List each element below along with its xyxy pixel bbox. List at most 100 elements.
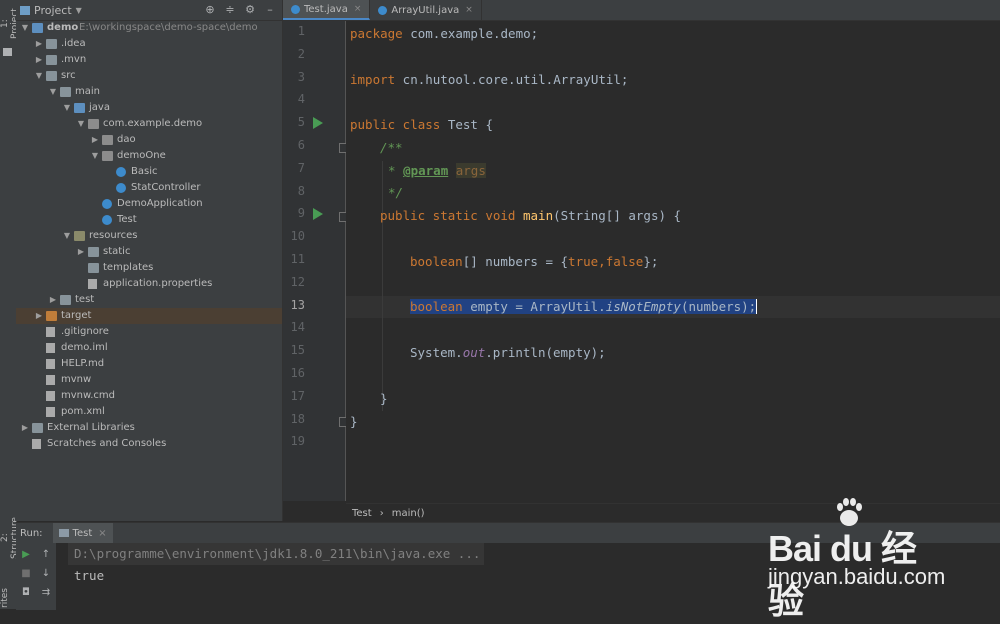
tree-item-demo-iml[interactable]: demo.iml [16, 340, 282, 356]
tree-item-label: resources [89, 230, 138, 241]
tree-item-label: src [61, 70, 76, 81]
collapse-arrow-icon[interactable]: ▶ [90, 132, 100, 148]
tree-item-resources[interactable]: ▼ resources [16, 228, 282, 244]
code-editor[interactable]: package com.example.demo; import cn.huto… [346, 21, 1000, 501]
line-number: 4 [297, 92, 305, 107]
expand-arrow-icon[interactable]: ▼ [20, 20, 30, 36]
collapse-arrow-icon[interactable]: ▶ [34, 52, 44, 68]
collapse-arrow-icon[interactable]: ▶ [20, 420, 30, 436]
run-tab-label: Test [72, 527, 93, 539]
package-icon [88, 119, 99, 129]
project-tool-tab[interactable]: 1: Project [0, 4, 20, 44]
tree-item-basic[interactable]: Basic [16, 164, 282, 180]
tree-item-label: mvnw.cmd [61, 390, 116, 401]
tree-item-src[interactable]: ▼ src [16, 68, 282, 84]
run-main-icon[interactable] [313, 208, 323, 220]
project-tree: ▼ demo E:\workingspace\demo-space\demo ▶ .id… [16, 20, 282, 452]
line-number: 18 [290, 411, 305, 426]
rerun-icon[interactable]: ▶ [20, 549, 32, 561]
collapse-all-icon[interactable]: ≑ [224, 4, 236, 16]
hide-icon[interactable]: – [264, 4, 276, 16]
tree-item-label: test [75, 294, 95, 305]
tree-item-test[interactable]: ▶ test [16, 292, 282, 308]
line-number: 12 [290, 274, 305, 289]
expand-arrow-icon[interactable]: ▼ [34, 68, 44, 84]
tree-item-help-md[interactable]: HELP.md [16, 356, 282, 372]
tree-item-label: DemoApplication [117, 198, 203, 209]
tree-item-dao[interactable]: ▶ dao [16, 132, 282, 148]
tree-item-gitignore[interactable]: .gitignore [16, 324, 282, 340]
collapse-arrow-icon[interactable]: ▶ [48, 292, 58, 308]
tree-item-mvn[interactable]: ▶ .mvn [16, 52, 282, 68]
collapse-arrow-icon[interactable]: ▶ [34, 308, 44, 324]
close-icon[interactable]: × [98, 528, 106, 539]
project-view-selector[interactable]: Project [34, 4, 72, 17]
tree-item-label: Basic [131, 166, 158, 177]
console-command-line: D:\programme\environment\jdk1.8.0_211\bi… [68, 543, 485, 565]
java-class-icon [378, 5, 388, 15]
run-class-icon[interactable] [313, 117, 323, 129]
project-icon [20, 5, 30, 15]
locate-icon[interactable]: ⊕ [204, 4, 216, 16]
tree-item-mvnw-cmd[interactable]: mvnw.cmd [16, 388, 282, 404]
expand-arrow-icon[interactable]: ▼ [62, 100, 72, 116]
gear-icon[interactable]: ⚙ [244, 4, 256, 16]
tree-item-templates[interactable]: templates [16, 260, 282, 276]
tree-item-test[interactable]: Test [16, 212, 282, 228]
tree-item-label: demo.iml [61, 342, 108, 353]
tree-item-mvnw[interactable]: mvnw [16, 372, 282, 388]
breadcrumb-class[interactable]: Test [352, 508, 372, 519]
line-number: 6 [297, 138, 305, 152]
collapse-arrow-icon[interactable]: ▶ [34, 36, 44, 52]
tree-item-label: .mvn [61, 54, 87, 65]
editor-tab-test-java[interactable]: Test.java × [283, 0, 371, 20]
tree-item-demoone[interactable]: ▼ demoOne [16, 148, 282, 164]
tree-item-target[interactable]: ▶ target [16, 308, 282, 324]
tree-item-demoapplication[interactable]: DemoApplication [16, 196, 282, 212]
camera-icon[interactable]: ◘ [20, 587, 32, 599]
package-icon [102, 135, 113, 145]
tree-item-main[interactable]: ▼ main [16, 84, 282, 100]
tree-item-pom-xml[interactable]: pom.xml [16, 404, 282, 420]
java-class-icon [291, 4, 300, 14]
module-path: E:\workingspace\demo-space\demo [79, 22, 258, 33]
tree-item-scratches-and-consoles[interactable]: Scratches and Consoles [16, 436, 282, 452]
expand-arrow-icon[interactable]: ▼ [90, 148, 100, 164]
code-line-18: } [350, 414, 358, 429]
code-line-1: package com.example.demo; [350, 26, 539, 41]
structure-tool-tab[interactable]: 2: Structure [0, 512, 20, 564]
tree-item-idea[interactable]: ▶ .idea [16, 36, 282, 52]
wrap-icon[interactable]: ⇉ [40, 587, 52, 599]
expand-arrow-icon[interactable]: ▼ [76, 116, 86, 132]
collapse-arrow-icon[interactable]: ▶ [76, 244, 86, 260]
folder-blue-icon [74, 103, 85, 113]
editor-tab-arrayutil-java[interactable]: ArrayUtil.java × [370, 0, 482, 20]
file-icon [46, 327, 55, 337]
tree-item-java[interactable]: ▼ java [16, 100, 282, 116]
line-number: 19 [290, 434, 305, 449]
close-icon[interactable]: × [354, 4, 362, 14]
scratches-icon [32, 439, 41, 449]
stop-icon[interactable]: ■ [20, 568, 32, 580]
code-line-17: } [380, 391, 388, 406]
tree-item-statcontroller[interactable]: StatController [16, 180, 282, 196]
close-icon[interactable]: × [465, 5, 473, 15]
line-number: 13 [290, 297, 305, 312]
tree-item-application-properties[interactable]: application.properties [16, 276, 282, 292]
favorites-tool-tab[interactable]: rites [0, 588, 16, 608]
tree-item-label: StatController [131, 182, 201, 193]
tree-item-label: HELP.md [61, 358, 105, 369]
scroll-up-icon[interactable]: ↑ [40, 549, 52, 561]
chevron-down-icon[interactable]: ▼ [76, 6, 82, 15]
expand-arrow-icon[interactable]: ▼ [48, 84, 58, 100]
run-tab-test[interactable]: Test × [52, 523, 113, 543]
expand-arrow-icon[interactable]: ▼ [62, 228, 72, 244]
tree-item-demo[interactable]: ▼ demo E:\workingspace\demo-space\demo [16, 20, 282, 36]
breadcrumb-method[interactable]: main() [392, 508, 425, 519]
tree-item-com-example-demo[interactable]: ▼ com.example.demo [16, 116, 282, 132]
tree-item-external-libraries[interactable]: ▶ External Libraries [16, 420, 282, 436]
indent-guide [382, 161, 383, 411]
scroll-down-icon[interactable]: ↓ [40, 568, 52, 580]
tree-item-static[interactable]: ▶ static [16, 244, 282, 260]
run-label: Run: [20, 527, 43, 539]
